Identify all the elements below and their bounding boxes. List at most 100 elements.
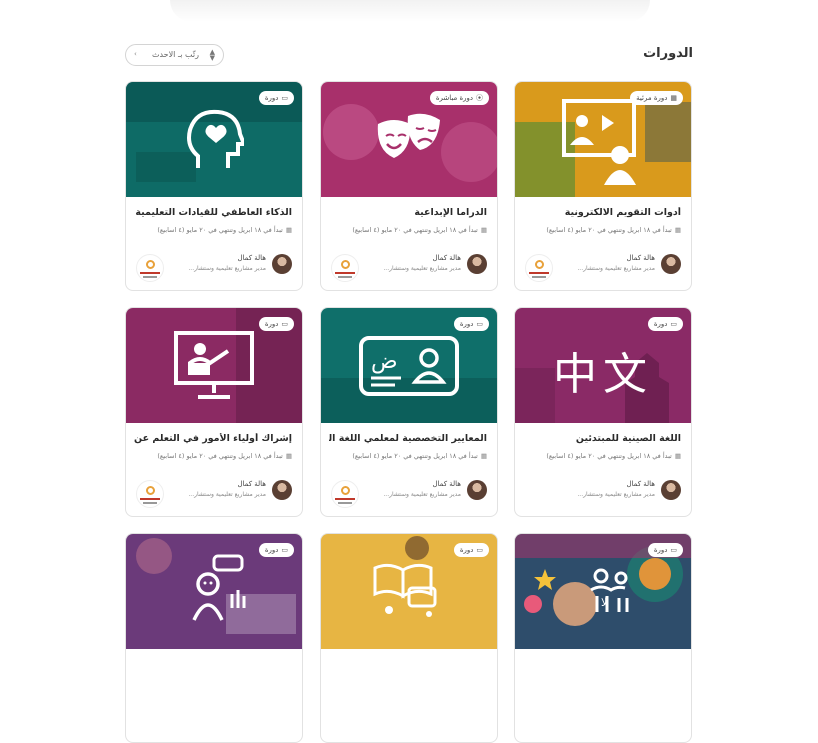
- svg-text:ض: ض: [371, 349, 398, 374]
- course-dates: ▦تبدأ في ١٨ ابريل وتنتهي في ٢٠ مايو (٤ ا…: [546, 452, 681, 460]
- calendar-icon: ▦: [674, 452, 681, 460]
- laptop-icon: ▭: [476, 320, 483, 328]
- course-instructor: هالة كمال مدير مشاريع تعليمية وستشار...: [525, 254, 681, 284]
- author-role: مدير مشاريع تعليمية وستشار...: [188, 491, 266, 498]
- course-title[interactable]: أدوات التقويم الالكترونية: [523, 207, 681, 218]
- teacher-screen-icon: [174, 330, 254, 399]
- course-image: ▦ دورة مرئية: [515, 82, 691, 197]
- laptop-icon: ▭: [670, 546, 677, 554]
- course-card[interactable]: ⦿ دورة مباشرة الدراما الإبداعية ▦تبدأ في…: [320, 81, 498, 291]
- head-heart-icon: [187, 109, 244, 168]
- avatar: [272, 480, 292, 500]
- author-name: هالة كمال: [237, 480, 266, 488]
- course-card[interactable]: ض ▭ دورة المعايير التخصصية لمعلمي اللغة …: [320, 307, 498, 517]
- chevron-left-icon: ‹: [134, 50, 137, 58]
- kids-icon: [192, 554, 246, 621]
- presentation-icon: [562, 98, 636, 185]
- course-instructor: هالة كمال مدير مشاريع تعليمية وستشار...: [331, 480, 487, 510]
- course-card[interactable]: ▭ دورة الذكاء العاطفي للقيادات التعليمية…: [125, 81, 303, 291]
- avatar: [661, 254, 681, 274]
- calendar-icon: ▦: [285, 226, 292, 234]
- chinese-characters: 中文: [553, 349, 653, 400]
- course-title[interactable]: الذكاء العاطفي للقيادات التعليمية: [134, 207, 292, 218]
- course-image: ▭ دورة: [126, 308, 302, 423]
- author-role: مدير مشاريع تعليمية وستشار...: [188, 265, 266, 272]
- sort-select[interactable]: رتّب بـ الاحدث ▲ ▼ ‹: [125, 44, 224, 66]
- avatar: [467, 480, 487, 500]
- organization-logo: [136, 480, 164, 508]
- course-title[interactable]: اللغة الصينية للمبتدئين: [523, 433, 681, 444]
- organization-logo: [331, 254, 359, 282]
- course-instructor: هالة كمال مدير مشاريع تعليمية وستشار...: [525, 480, 681, 510]
- course-title[interactable]: الدراما الإبداعية: [329, 207, 487, 218]
- course-card[interactable]: ▭ دورة: [125, 533, 303, 743]
- course-image: ▭ دورة: [321, 534, 497, 649]
- course-type-badge: ▭ دورة: [647, 317, 683, 331]
- course-type-badge: ▭ دورة: [453, 543, 489, 557]
- course-instructor: هالة كمال مدير مشاريع تعليمية وستشار...: [136, 254, 292, 284]
- sort-arrows-icon: ▲ ▼: [209, 48, 215, 62]
- author-name: هالة كمال: [432, 254, 461, 262]
- author-role: مدير مشاريع تعليمية وستشار...: [383, 491, 461, 498]
- top-shadow: [170, 0, 650, 22]
- course-card[interactable]: ▭ دورة: [320, 533, 498, 743]
- course-dates: ▦تبدأ في ١٨ ابريل وتنتهي في ٢٠ مايو (٤ ا…: [546, 226, 681, 234]
- course-title[interactable]: المعايير التخصصية لمعلمي اللغة العربية: [329, 433, 487, 444]
- author-name: هالة كمال: [432, 480, 461, 488]
- arabic-id-card-icon: ض: [359, 335, 459, 396]
- author-role: مدير مشاريع تعليمية وستشار...: [577, 491, 655, 498]
- author-role: مدير مشاريع تعليمية وستشار...: [577, 265, 655, 272]
- course-card[interactable]: لا ▭ دورة: [514, 533, 692, 743]
- person-child-icon: [590, 568, 629, 612]
- course-instructor: هالة كمال مدير مشاريع تعليمية وستشار...: [136, 480, 292, 510]
- organization-logo: [331, 480, 359, 508]
- course-dates: ▦تبدأ في ١٨ ابريل وتنتهي في ٢٠ مايو (٤ ا…: [157, 452, 292, 460]
- avatar: [661, 480, 681, 500]
- calendar-icon: ▦: [480, 452, 487, 460]
- laptop-icon: ▭: [281, 320, 288, 328]
- course-card[interactable]: ▭ دورة إشراك أولياء الأمور في التعلم عن …: [125, 307, 303, 517]
- author-name: هالة كمال: [626, 480, 655, 488]
- page-title: الدورات: [643, 46, 693, 61]
- course-image: لا ▭ دورة: [515, 534, 691, 649]
- theater-masks-icon: [377, 113, 440, 158]
- course-image: ⦿ دورة مباشرة: [321, 82, 497, 197]
- laptop-icon: ▭: [281, 546, 288, 554]
- course-type-badge: ▭ دورة: [258, 317, 294, 331]
- course-image: ▭ دورة: [126, 82, 302, 197]
- author-name: هالة كمال: [237, 254, 266, 262]
- calendar-icon: ▦: [480, 226, 487, 234]
- course-type-badge: ▭ دورة: [258, 91, 294, 105]
- art-label: لا: [601, 596, 608, 609]
- course-card[interactable]: ▦ دورة مرئية أدوات التقويم الالكترونية ▦…: [514, 81, 692, 291]
- avatar: [467, 254, 487, 274]
- course-dates: ▦تبدأ في ١٨ ابريل وتنتهي في ٢٠ مايو (٤ ا…: [352, 226, 487, 234]
- course-instructor: هالة كمال مدير مشاريع تعليمية وستشار...: [331, 254, 487, 284]
- laptop-icon: ▭: [670, 320, 677, 328]
- organization-logo: [136, 254, 164, 282]
- calendar-icon: ▦: [285, 452, 292, 460]
- calendar-icon: ▦: [670, 94, 677, 102]
- course-image: 中文 ▭ دورة: [515, 308, 691, 423]
- online-book-icon: [373, 563, 437, 617]
- course-type-badge: ▭ دورة: [647, 543, 683, 557]
- course-title[interactable]: إشراك أولياء الأمور في التعلم عن بعد: [134, 433, 292, 444]
- laptop-icon: ▭: [476, 546, 483, 554]
- course-type-badge: ⦿ دورة مباشرة: [429, 91, 489, 105]
- course-dates: ▦تبدأ في ١٨ ابريل وتنتهي في ٢٠ مايو (٤ ا…: [352, 452, 487, 460]
- sort-select-label: رتّب بـ الاحدث: [151, 50, 199, 59]
- laptop-icon: ▭: [281, 94, 288, 102]
- course-type-badge: ▭ دورة: [258, 543, 294, 557]
- course-card[interactable]: 中文 ▭ دورة اللغة الصينية للمبتدئين ▦تبدأ …: [514, 307, 692, 517]
- live-icon: ⦿: [476, 94, 483, 102]
- avatar: [272, 254, 292, 274]
- calendar-icon: ▦: [674, 226, 681, 234]
- course-dates: ▦تبدأ في ١٨ ابريل وتنتهي في ٢٠ مايو (٤ ا…: [157, 226, 292, 234]
- author-role: مدير مشاريع تعليمية وستشار...: [383, 265, 461, 272]
- course-image: ▭ دورة: [126, 534, 302, 649]
- courses-header: الدورات رتّب بـ الاحدث ▲ ▼ ‹: [125, 44, 693, 68]
- author-name: هالة كمال: [626, 254, 655, 262]
- organization-logo: [525, 254, 553, 282]
- course-image: ض ▭ دورة: [321, 308, 497, 423]
- course-type-badge: ▦ دورة مرئية: [630, 91, 683, 105]
